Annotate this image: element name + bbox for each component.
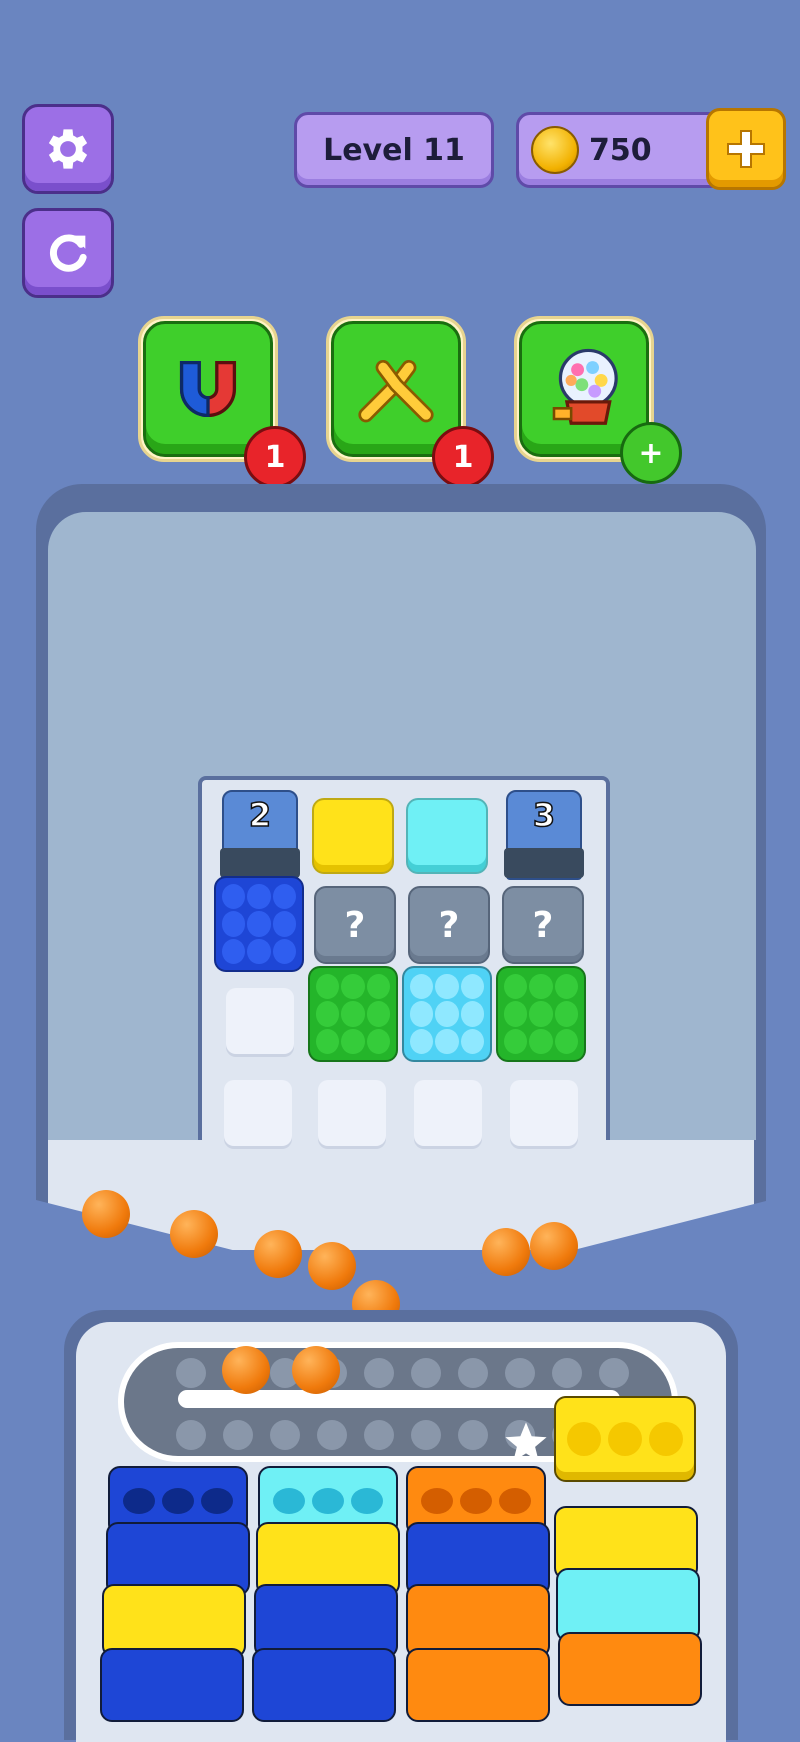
coin-count: 750 <box>589 132 652 168</box>
empty-slot <box>318 1080 386 1146</box>
tile-blue-balls[interactable] <box>214 876 304 972</box>
bar-orange <box>406 1648 550 1722</box>
orange-ball <box>222 1346 270 1394</box>
magnet-count-badge: 1 <box>244 426 306 488</box>
locked-column-left: 2 <box>220 790 300 880</box>
tile-green-balls[interactable] <box>496 966 586 1062</box>
bar-orange <box>558 1632 702 1706</box>
add-coins-button[interactable] <box>706 108 786 190</box>
empty-slot <box>226 988 294 1054</box>
tile-cyan-balls[interactable] <box>402 966 492 1062</box>
bar-cyan <box>556 1568 700 1642</box>
sparkle-star-icon <box>505 1422 547 1462</box>
lock-count-left: 2 <box>248 795 272 835</box>
bar-blue <box>252 1648 396 1722</box>
tile-hidden: ? <box>408 886 490 964</box>
magnet-icon <box>179 360 237 418</box>
plus-icon <box>727 130 765 168</box>
gumball-machine-icon <box>552 348 618 425</box>
restart-button[interactable] <box>22 208 114 298</box>
empty-slot <box>510 1080 578 1146</box>
gumball-plus: + <box>638 435 664 471</box>
orange-ball <box>292 1346 340 1394</box>
shuffle-arrows-icon <box>358 359 434 423</box>
magnet-count: 1 <box>264 439 286 475</box>
level-indicator: Level 11 <box>294 112 494 188</box>
tile-yellow[interactable] <box>312 798 394 874</box>
hidden-mark: ? <box>438 904 460 946</box>
gumball-add-badge[interactable]: + <box>620 422 682 484</box>
empty-slot <box>224 1080 292 1146</box>
hidden-mark: ? <box>532 904 554 946</box>
tile-green-balls[interactable] <box>308 966 398 1062</box>
lock-bar <box>220 848 300 878</box>
hidden-mark: ? <box>344 904 366 946</box>
bar-yellow <box>102 1584 246 1658</box>
tile-hidden: ? <box>314 886 396 964</box>
shuffle-count: 1 <box>452 439 474 475</box>
locked-column-right: 3 <box>504 790 584 880</box>
orange-ball <box>254 1230 302 1278</box>
restart-icon <box>49 234 87 272</box>
orange-ball <box>482 1228 530 1276</box>
orange-ball <box>170 1210 218 1258</box>
orange-ball <box>308 1242 356 1290</box>
gear-icon <box>48 129 88 169</box>
tile-hidden: ? <box>502 886 584 964</box>
lifted-yellow-block[interactable] <box>554 1396 696 1482</box>
shuffle-count-badge: 1 <box>432 426 494 488</box>
lock-bar <box>504 848 584 878</box>
bar-blue <box>254 1584 398 1658</box>
level-label: Level 11 <box>323 132 465 168</box>
orange-ball <box>82 1190 130 1238</box>
bar-blue <box>100 1648 244 1722</box>
settings-button[interactable] <box>22 104 114 194</box>
empty-slot <box>414 1080 482 1146</box>
orange-ball <box>530 1222 578 1270</box>
lock-count-right: 3 <box>532 795 556 835</box>
tile-cyan[interactable] <box>406 798 488 874</box>
coin-counter: 750 <box>516 112 734 188</box>
coin-icon <box>531 126 579 174</box>
bar-orange <box>406 1584 550 1658</box>
